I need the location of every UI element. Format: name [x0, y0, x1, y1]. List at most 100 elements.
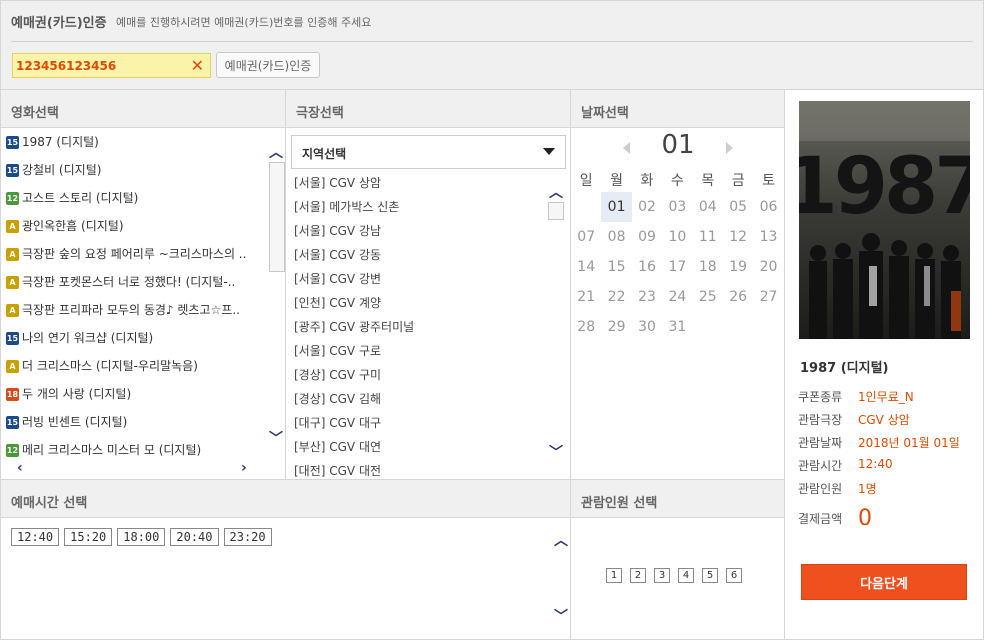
calendar-day[interactable]: 22 — [601, 282, 631, 312]
scroll-down-icon[interactable]: ﹀ — [554, 606, 568, 626]
movie-item[interactable]: A 극장판 프리파라 모두의 동경♪ 렛츠고☆프.. — [6, 302, 261, 330]
prev-month-icon[interactable] — [623, 142, 630, 154]
movie-item[interactable]: 15 1987 (디지털) — [6, 134, 261, 162]
calendar-day[interactable]: 13 — [753, 222, 783, 252]
calendar-day[interactable]: 11 — [693, 222, 723, 252]
scrollbar-thumb[interactable] — [548, 202, 564, 220]
calendar-day[interactable]: 25 — [693, 282, 723, 312]
scroll-left-icon[interactable]: ‹ — [17, 460, 23, 476]
people-count-button[interactable]: 6 — [726, 568, 742, 583]
showtime-button[interactable]: 18:00 — [117, 528, 166, 546]
movie-item[interactable]: 15 강철비 (디지털) — [6, 162, 261, 190]
showtime-button[interactable]: 15:20 — [64, 528, 113, 546]
movie-list: 15 1987 (디지털) 15 강철비 (디지털) 12 고스트 스토리 (디지털) A 광… — [1, 128, 285, 470]
weekday-label: 목 — [701, 173, 715, 189]
next-month-icon[interactable] — [726, 142, 733, 154]
calendar-day[interactable]: 07 — [571, 222, 601, 252]
calendar-day[interactable]: 09 — [632, 222, 662, 252]
calendar-day[interactable]: 24 — [662, 282, 692, 312]
calendar-day[interactable]: 18 — [693, 252, 723, 282]
calendar-day[interactable]: 29 — [601, 312, 631, 342]
showtime-button[interactable]: 23:20 — [223, 528, 272, 546]
poster-title: 1987 — [799, 142, 970, 232]
movie-title: 러빙 빈센트 (디지털) — [22, 415, 128, 429]
calendar-day[interactable]: 23 — [632, 282, 662, 312]
calendar-day[interactable]: 05 — [723, 192, 753, 222]
coupon-auth-button[interactable]: 예매권(카드)인증 — [216, 52, 320, 78]
date-panel-title: 날짜선택 — [571, 90, 784, 128]
calendar-day[interactable]: 14 — [571, 252, 601, 282]
theater-item[interactable]: [서울] CGV 강동 — [294, 246, 414, 270]
people-panel-title: 관람인원 선택 — [571, 480, 784, 518]
people-count-button[interactable]: 3 — [654, 568, 670, 583]
calendar-day[interactable]: 06 — [753, 192, 783, 222]
calendar-day[interactable]: 01 — [601, 192, 632, 222]
theater-item[interactable]: [경상] CGV 구미 — [294, 366, 414, 390]
scroll-right-icon[interactable]: › — [241, 460, 247, 476]
scrollbar-thumb[interactable] — [269, 162, 285, 272]
people-count-button[interactable]: 4 — [678, 568, 694, 583]
movie-title: 더 크리스마스 (디지털-우리말녹음) — [22, 359, 198, 373]
calendar-day[interactable]: 15 — [601, 252, 631, 282]
scroll-down-icon[interactable]: ﹀ — [549, 442, 563, 462]
showtime-button[interactable]: 12:40 — [11, 528, 60, 546]
theater-item[interactable]: [대구] CGV 대구 — [294, 414, 414, 438]
info-row: 관람극장 CGV 상암 — [798, 411, 960, 434]
calendar-day[interactable]: 31 — [662, 312, 692, 342]
calendar-day[interactable]: 16 — [632, 252, 662, 282]
scroll-up-icon[interactable]: ︿ — [269, 142, 283, 162]
theater-item[interactable]: [서울] CGV 강남 — [294, 222, 414, 246]
calendar-day[interactable]: 19 — [723, 252, 753, 282]
theater-item[interactable]: [서울] CGV 강변 — [294, 270, 414, 294]
age-rating-badge: 15 — [6, 164, 19, 177]
movie-item[interactable]: 12 고스트 스토리 (디지털) — [6, 190, 261, 218]
theater-item[interactable]: [서울] CGV 구로 — [294, 342, 414, 366]
calendar-day[interactable]: 17 — [662, 252, 692, 282]
movie-item[interactable]: 18 두 개의 사랑 (디지털) — [6, 386, 261, 414]
movie-item[interactable]: 15 나의 연기 워크샵 (디지털) — [6, 330, 261, 358]
people-count-button[interactable]: 5 — [702, 568, 718, 583]
scroll-up-icon[interactable]: ︿ — [549, 182, 563, 202]
movie-item[interactable]: A 극장판 숲의 요정 페어리루 ~크리스마스의 .. — [6, 246, 261, 274]
calendar-day[interactable]: 02 — [632, 192, 662, 222]
info-label: 관람시간 — [798, 459, 843, 473]
clear-icon[interactable]: ✕ — [191, 56, 204, 75]
calendar-day[interactable]: 03 — [662, 192, 692, 222]
theater-item[interactable]: [부산] CGV 대연 — [294, 438, 414, 462]
calendar-day[interactable]: 04 — [693, 192, 723, 222]
calendar-day[interactable]: 08 — [601, 222, 631, 252]
calendar-day[interactable]: 10 — [662, 222, 692, 252]
people-count-button[interactable]: 2 — [630, 568, 646, 583]
movie-poster: 1987 — [799, 101, 970, 339]
theater-item[interactable]: [경상] CGV 김해 — [294, 390, 414, 414]
coupon-code-input[interactable]: 123456123456 ✕ — [12, 53, 211, 78]
calendar-day[interactable]: 27 — [753, 282, 783, 312]
movie-item[interactable]: 15 러빙 빈센트 (디지털) — [6, 414, 261, 442]
movie-item[interactable]: A 광인옥한흠 (디지털) — [6, 218, 261, 246]
showtime-button[interactable]: 20:40 — [170, 528, 219, 546]
theater-item[interactable]: [광주] CGV 광주터미널 — [294, 318, 414, 342]
movie-item[interactable]: 12 메리 크리스마스 미스터 모 (디지털) — [6, 442, 261, 470]
calendar-day[interactable]: 26 — [723, 282, 753, 312]
scroll-up-icon[interactable]: ︿ — [554, 530, 568, 550]
theater-item[interactable]: [인천] CGV 계양 — [294, 294, 414, 318]
calendar-week: 28 29 30 31 — [571, 312, 785, 342]
calendar-day[interactable]: 21 — [571, 282, 601, 312]
theater-item[interactable]: [서울] CGV 상암 — [294, 174, 414, 198]
theater-item[interactable]: [서울] 메가박스 신촌 — [294, 198, 414, 222]
calendar-day[interactable]: 12 — [723, 222, 753, 252]
next-step-button[interactable]: 다음단계 — [801, 564, 967, 600]
movie-title: 극장판 포켓몬스터 너로 정했다! (디지털-.. — [22, 275, 236, 289]
movie-item[interactable]: A 극장판 포켓몬스터 너로 정했다! (디지털-.. — [6, 274, 261, 302]
info-row: 관람시간 12:40 — [798, 457, 960, 480]
movie-item[interactable]: A더 크리스마스 (디지털-우리말녹음) — [6, 358, 261, 386]
people-count-button[interactable]: 1 — [606, 568, 622, 583]
calendar-day[interactable]: 20 — [753, 252, 783, 282]
region-select[interactable]: 지역선택 — [291, 135, 566, 169]
weekday-label: 화 — [640, 173, 654, 189]
total-row: 결제금액 0 — [798, 503, 960, 533]
calendar-day[interactable]: 30 — [632, 312, 662, 342]
scroll-down-icon[interactable]: ﹀ — [269, 428, 283, 448]
info-label: 관람인원 — [798, 482, 843, 496]
calendar-day[interactable]: 28 — [571, 312, 601, 342]
